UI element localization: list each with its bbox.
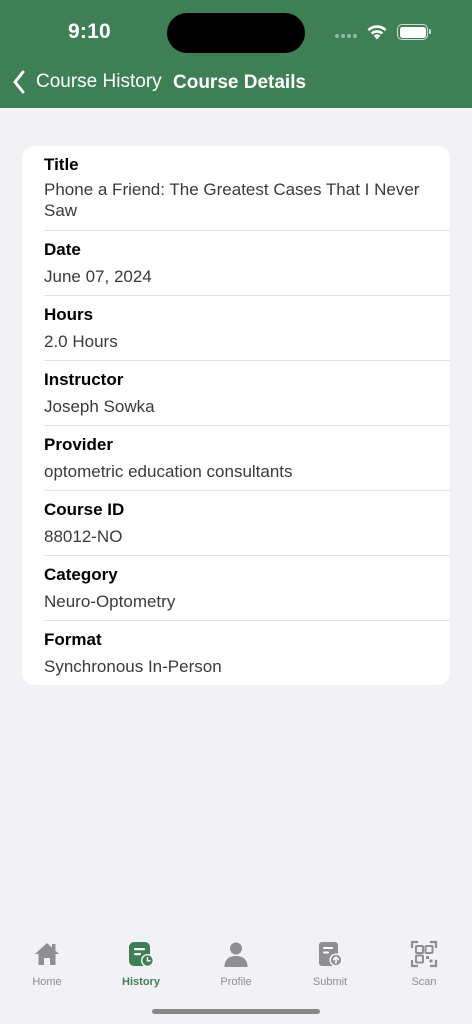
- home-indicator[interactable]: [152, 1009, 320, 1014]
- detail-row-date: Date June 07, 2024: [22, 231, 450, 296]
- tab-scan[interactable]: Scan: [384, 940, 464, 988]
- submit-icon: [319, 942, 343, 967]
- detail-row-category: Category Neuro-Optometry: [22, 556, 450, 621]
- dynamic-island: [167, 13, 305, 53]
- detail-label: Course ID: [44, 500, 125, 519]
- tab-label: Scan: [411, 976, 437, 988]
- detail-value: Synchronous In-Person: [44, 657, 222, 676]
- tab-label: Profile: [220, 976, 252, 988]
- tab-bar: Home History Profile Submit Scan: [0, 924, 472, 1024]
- tab-label: Submit: [312, 976, 348, 988]
- course-details-card: Title Phone a Friend: The Greatest Cases…: [22, 146, 450, 685]
- detail-label: Title: [44, 155, 79, 174]
- detail-row-format: Format Synchronous In-Person: [22, 621, 450, 685]
- chevron-left-icon: [13, 70, 25, 94]
- detail-value: 88012-NO: [44, 527, 123, 546]
- detail-value: 2.0 Hours: [44, 332, 118, 351]
- status-time: 9:10: [68, 20, 111, 43]
- detail-row-provider: Provider optometric education consultant…: [22, 426, 450, 491]
- page-title: Course Details: [173, 72, 307, 93]
- tab-home[interactable]: Home: [7, 940, 87, 988]
- tab-label: History: [122, 976, 160, 988]
- detail-label: Provider: [44, 435, 113, 454]
- detail-row-instructor: Instructor Joseph Sowka: [22, 361, 450, 426]
- detail-label: Hours: [44, 305, 94, 324]
- detail-row-course-id: Course ID 88012-NO: [22, 491, 450, 556]
- qr-scan-icon: [410, 940, 438, 968]
- detail-label: Category: [44, 565, 118, 584]
- back-button[interactable]: Course History: [12, 70, 162, 94]
- tab-submit[interactable]: Submit: [290, 940, 370, 988]
- back-label: Course History: [36, 71, 162, 92]
- detail-value: Phone a Friend: The Greatest Cases That …: [44, 180, 420, 220]
- detail-row-hours: Hours 2.0 Hours: [22, 296, 450, 361]
- wifi-icon: [367, 25, 387, 40]
- detail-row-title: Title Phone a Friend: The Greatest Cases…: [22, 146, 450, 231]
- detail-value: June 07, 2024: [44, 267, 152, 286]
- cellular-signal-icon: [335, 34, 357, 38]
- history-icon: [129, 942, 154, 967]
- tab-label: Home: [32, 976, 62, 988]
- profile-icon: [224, 942, 248, 967]
- detail-value: optometric education consultants: [44, 462, 293, 481]
- detail-value: Joseph Sowka: [44, 397, 155, 416]
- detail-label: Date: [44, 240, 81, 259]
- detail-label: Instructor: [44, 370, 124, 389]
- battery-icon: [397, 24, 431, 40]
- detail-label: Format: [44, 630, 102, 649]
- home-icon: [35, 943, 59, 965]
- tab-history[interactable]: History: [101, 940, 181, 988]
- detail-value: Neuro-Optometry: [44, 592, 176, 611]
- navigation-bar: 9:10 Course History Course Details: [0, 0, 472, 108]
- tab-profile[interactable]: Profile: [196, 940, 276, 988]
